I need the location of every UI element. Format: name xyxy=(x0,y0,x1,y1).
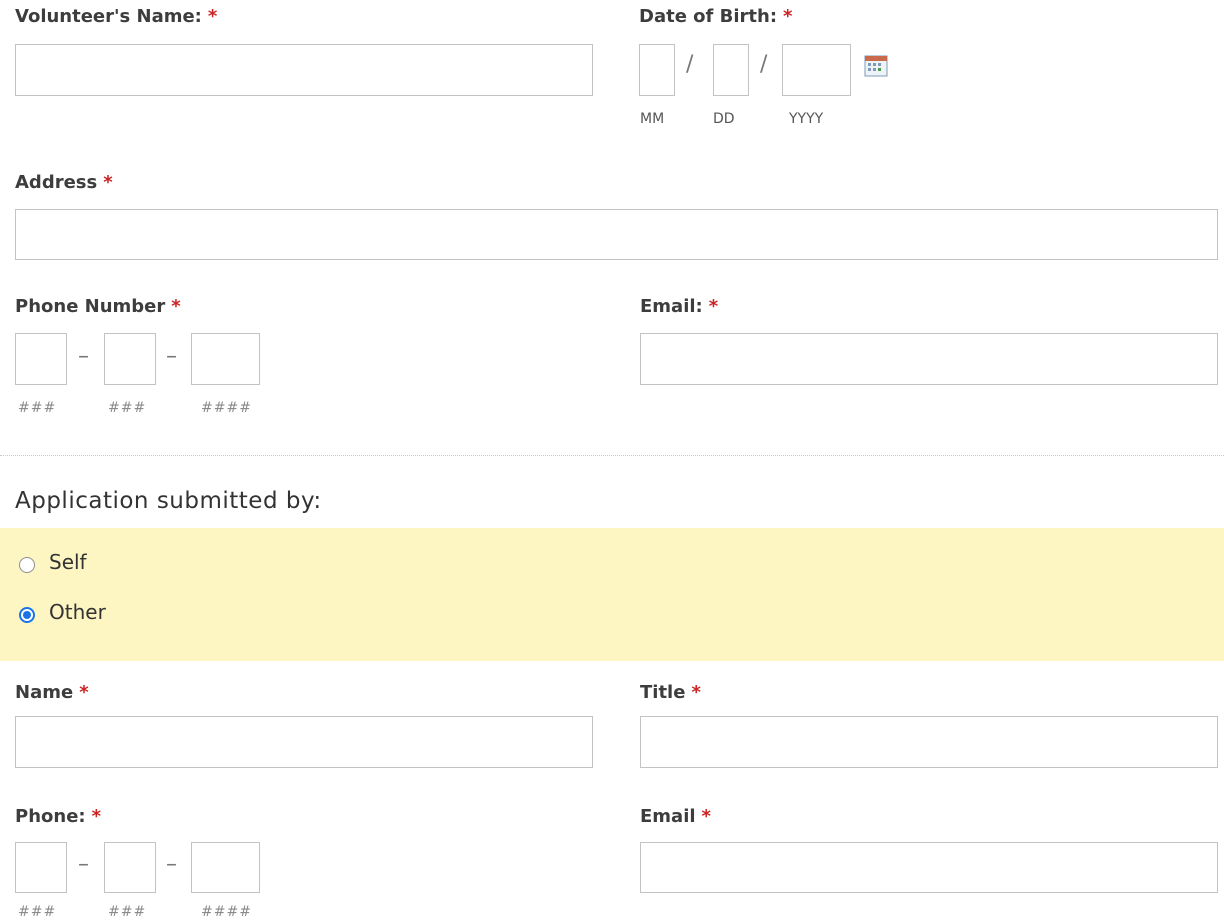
other-phone-prefix-hint: ### xyxy=(108,904,147,920)
other-phone-area-hint: ### xyxy=(18,904,57,920)
required-marker: * xyxy=(79,682,89,703)
other-phone-label: Phone: * xyxy=(15,806,102,827)
volunteer-name-label: Volunteer's Name: * xyxy=(15,6,218,27)
phone-separator: – xyxy=(166,344,177,369)
address-label: Address * xyxy=(15,172,113,193)
phone-separator: – xyxy=(166,852,177,877)
dob-separator: / xyxy=(760,52,768,77)
other-email-input[interactable] xyxy=(640,842,1218,893)
phone-prefix-hint: ### xyxy=(108,400,147,416)
dob-separator: / xyxy=(686,52,694,77)
other-radio[interactable] xyxy=(19,607,35,623)
required-marker: * xyxy=(708,296,719,317)
required-marker: * xyxy=(783,6,793,27)
dob-day-hint: DD xyxy=(713,111,735,127)
self-radio-label[interactable]: Self xyxy=(49,550,87,574)
volunteer-name-input[interactable] xyxy=(15,44,593,96)
other-title-label: Title * xyxy=(640,682,701,703)
phone-separator: – xyxy=(78,852,89,877)
phone-area-code-input[interactable] xyxy=(15,333,67,385)
submitted-by-heading: Application submitted by: xyxy=(15,488,322,514)
other-phone-prefix-input[interactable] xyxy=(104,842,156,893)
required-marker: * xyxy=(103,172,113,193)
other-radio-label[interactable]: Other xyxy=(49,600,106,624)
calendar-icon[interactable] xyxy=(864,54,888,78)
dob-year-hint: YYYY xyxy=(789,111,824,127)
date-of-birth-label: Date of Birth: * xyxy=(639,6,793,27)
other-phone-line-hint: #### xyxy=(201,904,252,920)
other-phone-area-code-input[interactable] xyxy=(15,842,67,893)
dob-month-hint: MM xyxy=(640,111,665,127)
other-email-label: Email * xyxy=(640,806,711,827)
other-name-label: Name * xyxy=(15,682,89,703)
required-marker: * xyxy=(207,6,218,27)
phone-line-input[interactable] xyxy=(191,333,260,385)
dob-month-input[interactable] xyxy=(639,44,675,96)
required-marker: * xyxy=(701,806,711,827)
phone-area-hint: ### xyxy=(18,400,57,416)
other-title-input[interactable] xyxy=(640,716,1218,768)
dob-year-input[interactable] xyxy=(782,44,851,96)
phone-line-hint: #### xyxy=(201,400,252,416)
other-name-input[interactable] xyxy=(15,716,593,768)
required-marker: * xyxy=(691,682,701,703)
address-input[interactable] xyxy=(15,209,1218,260)
phone-separator: – xyxy=(78,344,89,369)
other-phone-line-input[interactable] xyxy=(191,842,260,893)
self-radio[interactable] xyxy=(19,557,35,573)
phone-prefix-input[interactable] xyxy=(104,333,156,385)
email-input[interactable] xyxy=(640,333,1218,385)
required-marker: * xyxy=(91,806,102,827)
required-marker: * xyxy=(171,296,181,317)
email-label: Email: * xyxy=(640,296,719,317)
dob-day-input[interactable] xyxy=(713,44,749,96)
phone-number-label: Phone Number * xyxy=(15,296,181,317)
submitted-by-options-panel xyxy=(0,528,1224,661)
section-divider xyxy=(0,455,1224,456)
